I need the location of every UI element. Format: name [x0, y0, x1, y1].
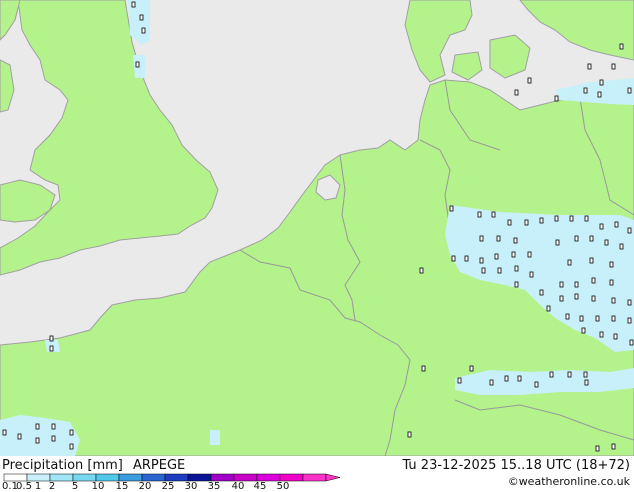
- legend-tick-label: 30: [184, 481, 198, 492]
- legend-tick-label: 0.5: [16, 481, 32, 492]
- legend-tick-label: 20: [138, 481, 152, 492]
- legend-swatch: [164, 473, 189, 482]
- precip-area-south-germany: [455, 368, 634, 395]
- legend-swatch: [233, 473, 258, 482]
- legend-swatch: [95, 473, 120, 482]
- model-label: ARPEGE: [133, 458, 186, 473]
- legend-swatch: [26, 473, 51, 482]
- legend-tick-label: 5: [71, 481, 79, 492]
- legend-tick-label: 2: [48, 481, 56, 492]
- legend-tick-labels: 0.1 0.5 1 2 5 10 15 20 25 30 35 40 45 50: [0, 482, 340, 492]
- legend-tick-label: 45: [253, 481, 267, 492]
- legend-swatch: [187, 473, 212, 482]
- legend-swatch: [302, 473, 327, 482]
- legend-tick-label: 50: [276, 481, 290, 492]
- legend-swatch: [72, 473, 97, 482]
- legend-tick-label: 35: [207, 481, 221, 492]
- legend-tick-label: 15: [115, 481, 129, 492]
- legend-tick-label: 25: [161, 481, 175, 492]
- legend-swatch: [256, 473, 281, 482]
- legend-arrow: [325, 473, 340, 482]
- map-title: Precipitation [mm] ARPEGE: [2, 458, 185, 473]
- credit-link[interactable]: ©weatheronline.co.uk: [508, 475, 630, 488]
- variable-label: Precipitation [mm]: [2, 458, 123, 473]
- legend-swatch: [210, 473, 235, 482]
- precip-area-small-central: [210, 430, 220, 445]
- legend-swatch: [49, 473, 74, 482]
- legend-swatch: [141, 473, 166, 482]
- legend-tick-label: 1: [34, 481, 42, 492]
- forecast-datetime: Tu 23-12-2025 15..18 UTC (18+72): [402, 458, 630, 473]
- precipitation-map: [0, 0, 634, 456]
- legend-swatch: [3, 473, 28, 482]
- legend-tick-label: 40: [231, 481, 245, 492]
- legend-swatch: [118, 473, 143, 482]
- legend-tick-label: 10: [91, 481, 105, 492]
- legend-swatch: [279, 473, 304, 482]
